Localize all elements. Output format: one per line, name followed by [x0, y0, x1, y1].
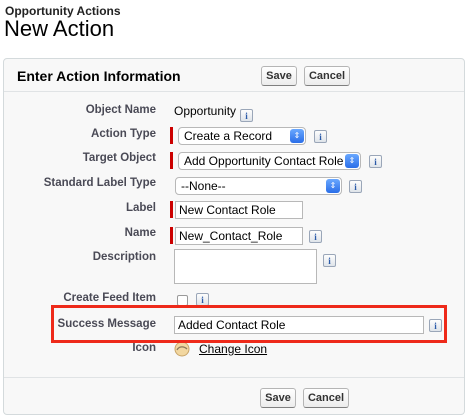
page-title: New Action	[4, 16, 115, 41]
object-name-info-icon[interactable]: i	[240, 109, 253, 122]
description-label: Description	[92, 251, 156, 263]
required-indicator	[170, 127, 173, 144]
required-indicator	[170, 152, 173, 169]
standard-label-type-info-icon[interactable]: i	[349, 180, 362, 193]
select-arrow-icon: ⇕	[326, 179, 340, 193]
action-type-label: Action Type	[91, 128, 156, 140]
description-textarea[interactable]	[174, 249, 317, 284]
cancel-button-top[interactable]: Cancel	[304, 66, 350, 86]
action-form-panel: Enter Action Information Save Cancel Obj…	[3, 58, 465, 415]
name-info-icon[interactable]: i	[309, 230, 322, 243]
success-message-highlight-box	[51, 305, 447, 343]
target-object-info-icon[interactable]: i	[369, 155, 382, 168]
object-name-value: Opportunity	[174, 104, 237, 118]
standard-label-type-label: Standard Label Type	[43, 177, 156, 189]
change-icon-link[interactable]: Change Icon	[199, 342, 267, 356]
target-object-value: Add Opportunity Contact Role	[184, 154, 344, 168]
icon-field-label: Icon	[132, 342, 156, 354]
action-icon-preview	[174, 341, 190, 357]
name-field-label: Name	[124, 227, 156, 239]
select-arrow-icon: ⇕	[290, 129, 304, 143]
create-feed-item-label: Create Feed Item	[63, 292, 156, 304]
save-button-top[interactable]: Save	[261, 66, 297, 86]
description-info-icon[interactable]: i	[323, 254, 336, 267]
save-button-bottom[interactable]: Save	[260, 388, 296, 408]
action-type-value: Create a Record	[184, 129, 273, 143]
standard-label-type-value: --None--	[181, 179, 226, 193]
required-indicator	[170, 201, 173, 218]
required-indicator	[170, 227, 173, 244]
label-input[interactable]: New Contact Role	[175, 201, 303, 219]
name-input[interactable]: New_Contact_Role	[175, 227, 303, 245]
target-object-select[interactable]: Add Opportunity Contact Role ⇕	[178, 152, 361, 170]
standard-label-type-select[interactable]: --None-- ⇕	[175, 177, 342, 195]
cancel-button-bottom[interactable]: Cancel	[303, 388, 349, 408]
action-type-select[interactable]: Create a Record ⇕	[178, 127, 306, 145]
target-object-label: Target Object	[82, 152, 156, 164]
object-name-label: Object Name	[85, 104, 156, 116]
panel-title: Enter Action Information	[17, 68, 181, 84]
action-type-info-icon[interactable]: i	[314, 130, 327, 143]
select-arrow-icon: ⇕	[345, 154, 359, 168]
panel-footer-divider	[4, 377, 464, 378]
panel-header: Enter Action Information Save Cancel	[4, 59, 464, 92]
label-field-label: Label	[125, 202, 156, 214]
